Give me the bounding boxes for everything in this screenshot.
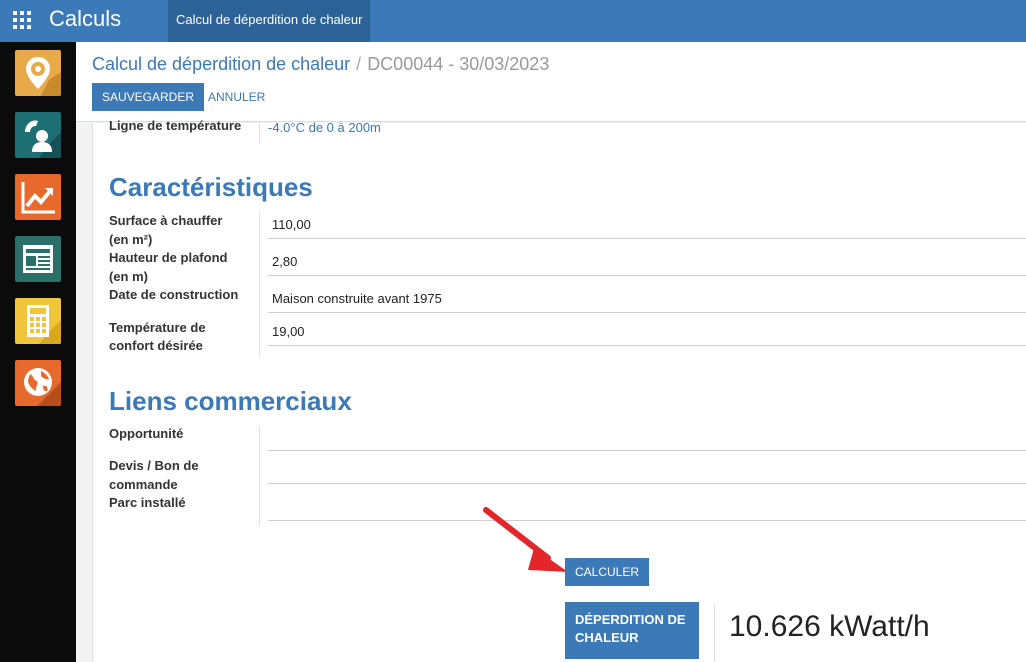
globe-icon: [15, 360, 61, 406]
sidebar-app-location[interactable]: [15, 50, 61, 96]
apps-menu-icon[interactable]: [13, 11, 31, 29]
comfort-temperature-label-2: confort désirée: [109, 338, 203, 353]
result-separator: [714, 604, 715, 662]
surface-input[interactable]: 110,00: [272, 216, 311, 234]
quote-order-underline: [268, 483, 1026, 484]
trending-chart-icon: [15, 174, 61, 220]
surface-input-underline: [268, 238, 1026, 239]
label-separator: [259, 122, 260, 144]
ceiling-height-label-unit: (en m): [109, 269, 148, 284]
label-separator: [259, 426, 260, 526]
temperature-line-label: Ligne de température: [109, 118, 242, 133]
app-sidebar: [0, 42, 76, 662]
label-separator: [259, 212, 260, 357]
opportunity-underline: [268, 450, 1026, 451]
ceiling-height-input[interactable]: 2,80: [272, 253, 297, 271]
heat-loss-result-value: 10.626 kWatt/h: [729, 610, 930, 643]
sidebar-app-sales[interactable]: [15, 174, 61, 220]
sidebar-app-calculator[interactable]: [15, 298, 61, 344]
heat-loss-label-line2: CHALEUR: [575, 630, 639, 645]
calculate-button[interactable]: CALCULER: [565, 558, 649, 586]
breadcrumb-parent-link[interactable]: Calcul de déperdition de chaleur: [92, 54, 350, 74]
quote-order-label-2: commande: [109, 477, 178, 492]
ceiling-height-label: Hauteur de plafond: [109, 250, 228, 265]
breadcrumb-separator: /: [356, 54, 362, 74]
sidebar-app-globe[interactable]: [15, 360, 61, 406]
location-gear-icon: [15, 50, 61, 96]
menu-item-heat-loss[interactable]: Calcul de déperdition de chaleur: [168, 0, 371, 42]
section-title-commercial-links: Liens commerciaux: [109, 386, 352, 416]
comfort-temperature-underline: [268, 345, 1026, 346]
section-title-characteristics: Caractéristiques: [109, 172, 313, 202]
ceiling-height-input-underline: [268, 275, 1026, 276]
comfort-temperature-input[interactable]: 19,00: [272, 323, 305, 341]
phone-user-icon: [15, 112, 61, 158]
construction-date-select[interactable]: Maison construite avant 1975: [272, 290, 442, 308]
installed-base-underline: [268, 520, 1026, 521]
top-navbar: Calculs Calcul de déperdition de chaleur: [0, 0, 1026, 42]
construction-date-label: Date de construction: [109, 287, 239, 302]
quote-order-input[interactable]: [272, 461, 1012, 481]
save-button[interactable]: SAUVEGARDER: [92, 83, 205, 111]
newspaper-icon: [15, 236, 61, 282]
installed-base-input[interactable]: [272, 497, 1012, 517]
opportunity-input[interactable]: [272, 428, 1012, 448]
heat-loss-label-line1: DÉPERDITION DE: [575, 612, 686, 627]
control-panel: Calcul de déperdition de chaleur / DC00044…: [76, 42, 1026, 122]
sidebar-app-website[interactable]: [15, 236, 61, 282]
sidebar-app-contact[interactable]: [15, 112, 61, 158]
breadcrumb-current: DC00044 - 30/03/2023: [367, 54, 550, 74]
heat-loss-result-label: DÉPERDITION DE CHALEUR: [565, 602, 699, 659]
surface-label-unit: (en m²): [109, 232, 153, 247]
opportunity-label: Opportunité: [109, 426, 184, 441]
construction-date-underline: [268, 312, 1026, 313]
comfort-temperature-label: Température de: [109, 320, 206, 335]
app-title: Calculs: [49, 6, 122, 31]
temperature-line-value[interactable]: -4.0°C de 0 à 200m: [268, 119, 381, 137]
breadcrumb: Calcul de déperdition de chaleur / DC00044…: [92, 53, 549, 75]
installed-base-label: Parc installé: [109, 495, 186, 510]
surface-label: Surface à chauffer: [109, 213, 223, 228]
quote-order-label: Devis / Bon de: [109, 458, 199, 473]
cancel-button[interactable]: ANNULER: [202, 83, 271, 111]
red-annotation-arrow: [483, 507, 568, 572]
calculator-icon: [15, 298, 61, 344]
